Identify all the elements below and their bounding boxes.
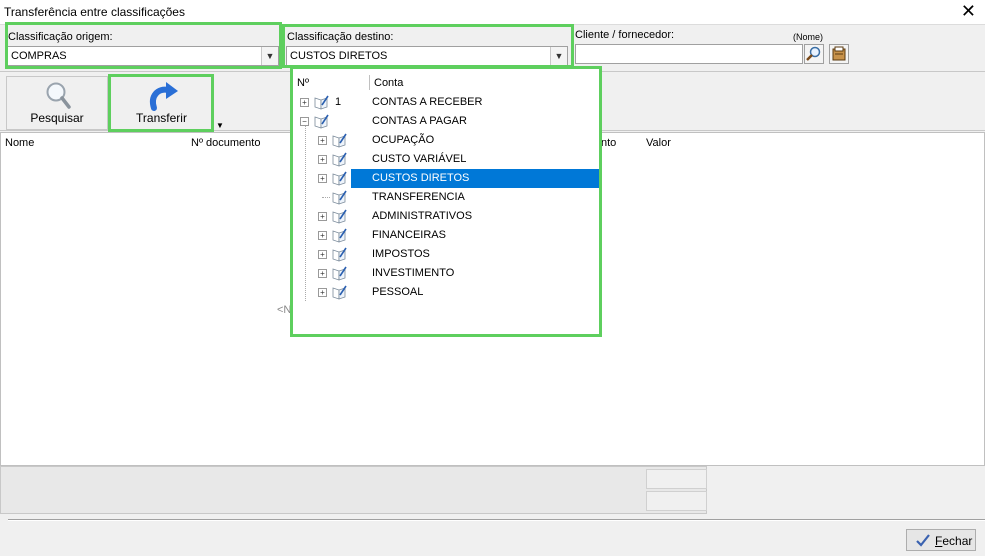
collapse-icon[interactable]: − <box>300 117 309 126</box>
account-folder-icon <box>332 228 347 243</box>
redo-arrow-icon <box>150 82 178 111</box>
expand-icon[interactable]: + <box>300 98 309 107</box>
search-button-label: Pesquisar <box>30 111 84 125</box>
search-icon <box>46 82 71 109</box>
tree-item-label: CONTAS A RECEBER <box>372 96 483 108</box>
account-folder-icon <box>332 152 347 167</box>
col-vencimento[interactable]: nto <box>601 137 616 149</box>
fechar-label: Fechar <box>935 534 972 548</box>
tree-item-label: ADMINISTRATIVOS <box>372 210 473 222</box>
client-lookup-button[interactable] <box>829 44 849 64</box>
expand-icon[interactable]: + <box>318 231 327 240</box>
tree-item[interactable]: + FINANCEIRAS <box>292 226 600 245</box>
tree-item-label: PESSOAL <box>372 286 424 298</box>
destino-select[interactable]: CUSTOS DIRETOS ▼ <box>286 46 568 66</box>
tree-item-number: 1 <box>335 96 342 108</box>
destino-dropdown-popup[interactable]: Nº Conta +1 CONTAS A RECEBER − CONTAS A PAG… <box>291 67 602 337</box>
popup-col-num: Nº <box>297 77 309 89</box>
tree-item-label: CUSTOS DIRETOS <box>351 169 600 188</box>
tree-item[interactable]: + INVESTIMENTO <box>292 264 600 283</box>
expand-icon[interactable]: + <box>318 269 327 278</box>
tree-item-label: OCUPAÇÃO <box>372 134 435 146</box>
chevron-down-icon[interactable]: ▼ <box>261 47 278 65</box>
expand-icon[interactable]: + <box>318 212 327 221</box>
tree-item[interactable]: +1 CONTAS A RECEBER <box>292 93 600 112</box>
search-button[interactable]: Pesquisar <box>6 76 108 130</box>
search-client-button[interactable] <box>804 44 824 64</box>
tree-item[interactable]: TRANSFERENCIA <box>292 188 600 207</box>
col-documento[interactable]: Nº documento <box>191 137 260 149</box>
transfer-button-label: Transferir <box>136 111 187 125</box>
col-nome[interactable]: Nome <box>5 137 34 149</box>
popup-col-conta: Conta <box>374 77 404 89</box>
window-close-icon[interactable]: ✕ <box>961 2 976 20</box>
title-bar: Transferência entre classificações ✕ <box>0 0 985 24</box>
tree-item-label: FINANCEIRAS <box>372 229 446 241</box>
tree-item[interactable]: + CUSTO VARIÁVEL <box>292 150 600 169</box>
tree-item[interactable]: + IMPOSTOS <box>292 245 600 264</box>
transfer-dropdown-icon[interactable]: ▼ <box>216 121 224 130</box>
transfer-button[interactable]: Transferir <box>109 76 214 130</box>
origem-label: Classificação origem: <box>8 31 113 43</box>
tree-item-label: CUSTO VARIÁVEL <box>372 153 467 165</box>
tree-connector <box>305 126 306 301</box>
total-cell <box>646 469 707 489</box>
tree-item-label: IMPOSTOS <box>372 248 430 260</box>
account-folder-icon <box>332 266 347 281</box>
account-folder-icon <box>332 285 347 300</box>
totals-band <box>0 466 707 514</box>
account-folder-icon <box>332 133 347 148</box>
cliente-input[interactable] <box>575 44 803 64</box>
tree-item[interactable]: + PESSOAL <box>292 283 600 302</box>
chevron-down-icon[interactable]: ▼ <box>550 47 567 65</box>
total-cell <box>646 491 707 511</box>
expand-icon[interactable]: + <box>318 288 327 297</box>
expand-icon[interactable]: + <box>318 174 327 183</box>
tree-item[interactable]: + ADMINISTRATIVOS <box>292 207 600 226</box>
tree-connector <box>322 197 330 198</box>
empty-message: <N <box>277 304 292 316</box>
cliente-hint: (Nome) <box>793 32 824 42</box>
account-folder-icon <box>332 171 347 186</box>
tree-item-label: CONTAS A PAGAR <box>372 115 467 127</box>
fechar-button[interactable]: Fechar <box>906 529 976 551</box>
account-folder-icon <box>332 190 347 205</box>
tree-item[interactable]: + OCUPAÇÃO <box>292 131 600 150</box>
expand-icon[interactable]: + <box>318 155 327 164</box>
tree-item-label: INVESTIMENTO <box>372 267 455 279</box>
origem-value: COMPRAS <box>11 50 67 62</box>
expand-icon[interactable]: + <box>318 250 327 259</box>
account-folder-icon <box>332 247 347 262</box>
account-folder-icon <box>314 114 329 129</box>
magnifier-icon <box>806 46 821 61</box>
origem-select[interactable]: COMPRAS ▼ <box>7 46 279 66</box>
account-folder-icon <box>314 95 329 110</box>
window-title: Transferência entre classificações <box>4 5 185 19</box>
filter-panel: Classificação origem: COMPRAS ▼ Classifi… <box>0 24 985 72</box>
footer-separator <box>8 519 985 521</box>
expand-icon[interactable]: + <box>318 136 327 145</box>
col-valor[interactable]: Valor <box>646 137 671 149</box>
fechar-label-rest: echar <box>942 534 973 548</box>
destino-label: Classificação destino: <box>287 31 394 43</box>
tree-item-label: TRANSFERENCIA <box>372 191 465 203</box>
tree-item[interactable]: − CONTAS A PAGAR <box>292 112 600 131</box>
destino-value: CUSTOS DIRETOS <box>290 50 388 62</box>
account-folder-icon <box>332 209 347 224</box>
cliente-label: Cliente / fornecedor: <box>575 29 675 41</box>
tree-item[interactable]: + CUSTOS DIRETOS <box>292 169 600 188</box>
checkmark-icon <box>916 534 930 547</box>
client-book-icon <box>832 46 846 61</box>
popup-col-divider <box>369 75 370 90</box>
